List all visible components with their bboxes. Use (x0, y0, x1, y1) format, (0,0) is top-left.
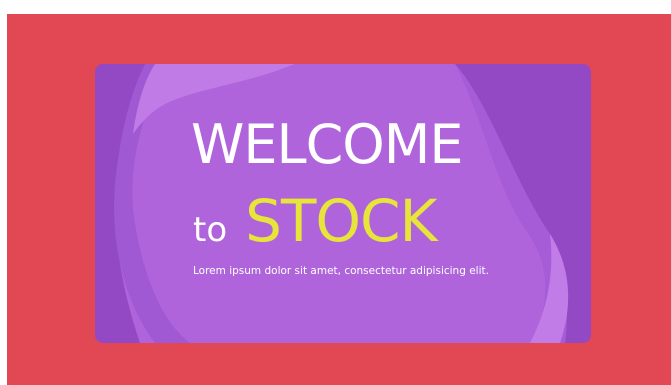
heading-welcome: WELCOME (191, 113, 464, 176)
slide-background: WELCOME to STOCK Lorem ipsum dolor sit am… (7, 14, 671, 385)
heading-line-two: to STOCK (193, 192, 438, 250)
welcome-banner-card: WELCOME to STOCK Lorem ipsum dolor sit am… (95, 64, 591, 343)
banner-subtitle: Lorem ipsum dolor sit amet, consectetur … (193, 265, 489, 277)
heading-to: to (193, 210, 228, 250)
heading-stock: STOCK (245, 187, 437, 255)
